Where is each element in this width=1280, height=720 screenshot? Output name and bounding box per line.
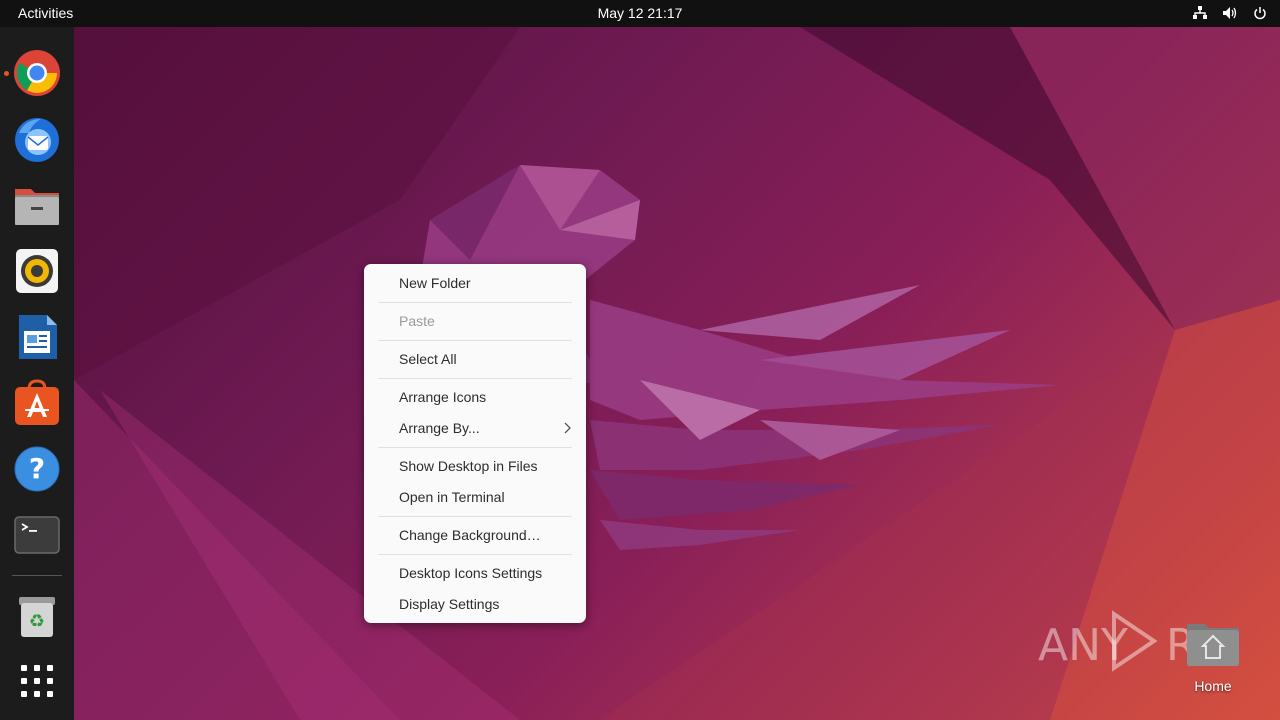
menu-item-arrange-icons[interactable]: Arrange Icons xyxy=(399,387,486,407)
app-grid-icon[interactable] xyxy=(13,657,61,705)
volume-icon[interactable] xyxy=(1222,5,1238,21)
svg-text:♻: ♻ xyxy=(29,611,45,632)
menu-separator xyxy=(378,302,572,303)
desktop-context-menu: New Folder Paste Select All Arrange Icon… xyxy=(364,264,586,623)
trash-icon[interactable]: ♻ xyxy=(13,593,61,641)
software-icon[interactable] xyxy=(13,379,61,427)
menu-separator xyxy=(378,340,572,341)
top-bar: Activities May 12 21:17 xyxy=(0,0,1280,27)
menu-separator xyxy=(378,516,572,517)
chevron-right-icon xyxy=(564,422,571,434)
menu-item-arrange-by[interactable]: Arrange By... xyxy=(399,418,480,438)
chrome-icon[interactable] xyxy=(13,49,61,97)
writer-icon[interactable] xyxy=(13,313,61,361)
menu-item-open-in-terminal[interactable]: Open in Terminal xyxy=(399,487,505,507)
menu-separator xyxy=(378,378,572,379)
clock[interactable]: May 12 21:17 xyxy=(598,5,683,21)
menu-separator xyxy=(378,554,572,555)
files-icon[interactable] xyxy=(13,181,61,229)
svg-text:?: ? xyxy=(29,452,45,485)
menu-item-select-all[interactable]: Select All xyxy=(399,349,457,369)
thunderbird-icon[interactable] xyxy=(13,115,61,163)
menu-item-paste: Paste xyxy=(399,313,435,329)
activities-button[interactable]: Activities xyxy=(18,5,73,21)
menu-item-display-settings[interactable]: Display Settings xyxy=(399,594,499,614)
terminal-icon[interactable] xyxy=(13,511,61,559)
menu-item-change-background[interactable]: Change Background… xyxy=(399,525,541,545)
home-folder-icon[interactable] xyxy=(1185,620,1241,668)
power-icon[interactable] xyxy=(1252,5,1268,21)
dock: ? ♻ xyxy=(0,27,74,720)
menu-item-new-folder[interactable]: New Folder xyxy=(399,273,471,293)
rhythmbox-icon[interactable] xyxy=(13,247,61,295)
network-icon[interactable] xyxy=(1192,5,1208,21)
system-tray[interactable] xyxy=(1192,5,1268,21)
menu-item-desktop-icons-settings[interactable]: Desktop Icons Settings xyxy=(399,563,542,583)
running-indicator xyxy=(4,71,9,76)
home-folder-label[interactable]: Home xyxy=(1173,678,1253,694)
help-icon[interactable]: ? xyxy=(13,445,61,493)
menu-separator xyxy=(378,447,572,448)
menu-item-show-desktop-in-files[interactable]: Show Desktop in Files xyxy=(399,456,538,476)
dock-separator xyxy=(12,575,62,576)
